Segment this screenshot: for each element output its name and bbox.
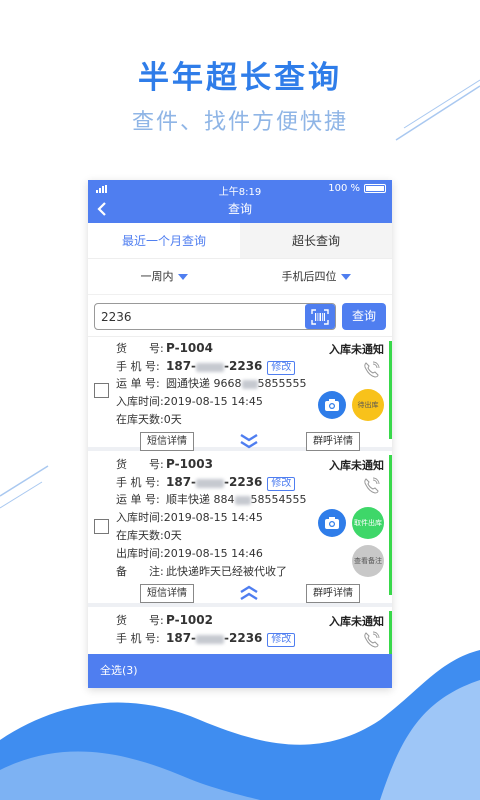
out-time-label: 出库时间: [116,547,164,560]
phone-call-icon[interactable] [362,631,380,649]
days-value: 0天 [163,413,182,426]
phone-call-icon[interactable] [362,477,380,495]
tab-recent-month[interactable]: 最近一个月查询 [88,223,240,258]
edit-phone-button[interactable]: 修改 [267,361,296,375]
goods-no-value: P-1002 [166,613,213,627]
status-badge: 入库未通知 [329,615,384,628]
field-dropdown[interactable]: 手机后四位 [240,259,392,294]
waybill-prefix: 圆通快递 9668 [166,377,242,390]
status-bar-indicator [389,341,392,439]
caret-down-icon [340,274,351,280]
select-checkbox[interactable] [94,519,109,534]
status-bar-indicator [389,455,392,595]
masked-digits [196,362,225,372]
waybill-label: 运 单 号: [116,377,160,390]
in-time-value: 2019-08-15 14:45 [163,511,263,524]
parcel-item: 货 号: P-1004 手 机 号: 187- -2236 修改 运 单 号: 圆通快递 … [88,337,392,451]
goods-no-label: 货 号: [116,614,164,627]
parcel-item: 货 号: P-1003 手 机 号: 187- -2236 修改 运 单 号: 顺丰快递 … [88,451,392,607]
tab-bar: 最近一个月查询 超长查询 [88,223,392,259]
phone-label: 手 机 号: [116,360,160,373]
field-dropdown-label: 手机后四位 [281,270,337,283]
waybill-suffix: 5855555 [257,377,307,390]
phone-prefix: 187- [166,631,197,645]
in-time-label: 入库时间: [116,511,164,524]
double-chevron-up-icon[interactable] [238,584,260,602]
waybill-label: 运 单 号: [116,493,160,506]
view-remark-button[interactable]: 查看备注 [352,545,384,577]
days-label: 在库天数: [116,529,164,542]
filter-bar: 一周内 手机后四位 [88,259,392,295]
status-badge: 入库未通知 [329,459,384,472]
parcel-list: 货 号: P-1004 手 机 号: 187- -2236 修改 运 单 号: 圆通快递 … [88,337,392,667]
camera-icon[interactable] [318,509,346,537]
nav-bar: 查询 [88,198,392,223]
caret-down-icon [177,274,188,280]
battery-percent: 100 % [328,183,360,194]
status-badge: 入库未通知 [329,343,384,356]
chevron-left-icon[interactable] [96,199,108,225]
goods-no-label: 货 号: [116,458,164,471]
phone-suffix: -2236 [224,359,263,373]
promo-subline: 查件、找件方便快捷 [131,110,348,135]
search-box [94,303,336,330]
phone-label: 手 机 号: [116,632,160,645]
pickup-out-button[interactable]: 取件出库 [352,507,384,539]
range-dropdown[interactable]: 一周内 [88,259,240,294]
page-title: 查询 [227,202,252,216]
goods-no-label: 货 号: [116,342,164,355]
phone-call-icon[interactable] [362,361,380,379]
status-bar: 上午8:19 100 % [88,180,392,198]
goods-no-value: P-1004 [166,341,213,355]
waybill-prefix: 顺丰快递 884 [166,493,235,506]
sms-detail-button[interactable]: 短信详情 [140,584,194,603]
pending-out-button[interactable]: 待出库 [352,389,384,421]
phone-suffix: -2236 [224,631,263,645]
goods-no-value: P-1003 [166,457,213,471]
phone-prefix: 187- [166,359,197,373]
double-chevron-down-icon[interactable] [238,432,260,450]
select-all-bar[interactable]: 全选(3) [88,654,392,688]
group-call-button[interactable]: 群呼详情 [306,584,360,603]
remark-value: 此快递昨天已经被代收了 [166,565,287,578]
tab-long-query[interactable]: 超长查询 [240,223,392,258]
in-time-value: 2019-08-15 14:45 [163,395,263,408]
masked-digits [196,478,225,488]
masked-digits [241,379,258,389]
days-value: 0天 [163,529,182,542]
edit-phone-button[interactable]: 修改 [267,477,296,491]
barcode-scan-icon[interactable] [305,304,335,329]
phone-suffix: -2236 [224,475,263,489]
out-time-value: 2019-08-15 14:46 [163,547,263,560]
phone-label: 手 机 号: [116,476,160,489]
search-row: 查询 [88,295,392,337]
masked-digits [196,634,225,644]
search-input[interactable] [95,304,300,329]
waybill-suffix: 58554555 [250,493,307,506]
range-dropdown-label: 一周内 [140,270,174,283]
promo-headline: 半年超长查询 [138,60,342,96]
in-time-label: 入库时间: [116,395,164,408]
phone-prefix: 187- [166,475,197,489]
days-label: 在库天数: [116,413,164,426]
group-call-button[interactable]: 群呼详情 [306,432,360,451]
select-checkbox[interactable] [94,383,109,398]
phone-screen: 上午8:19 100 % 查询 最近一个月查询 超长查询 一周内 手机后四位 2… [88,180,392,688]
remark-label: 备 注: [116,565,164,578]
battery-icon [364,184,386,193]
masked-digits [234,495,251,505]
sms-detail-button[interactable]: 短信详情 [140,432,194,451]
query-button[interactable]: 查询 [342,303,386,330]
edit-phone-button[interactable]: 修改 [267,633,296,647]
camera-icon[interactable] [318,391,346,419]
